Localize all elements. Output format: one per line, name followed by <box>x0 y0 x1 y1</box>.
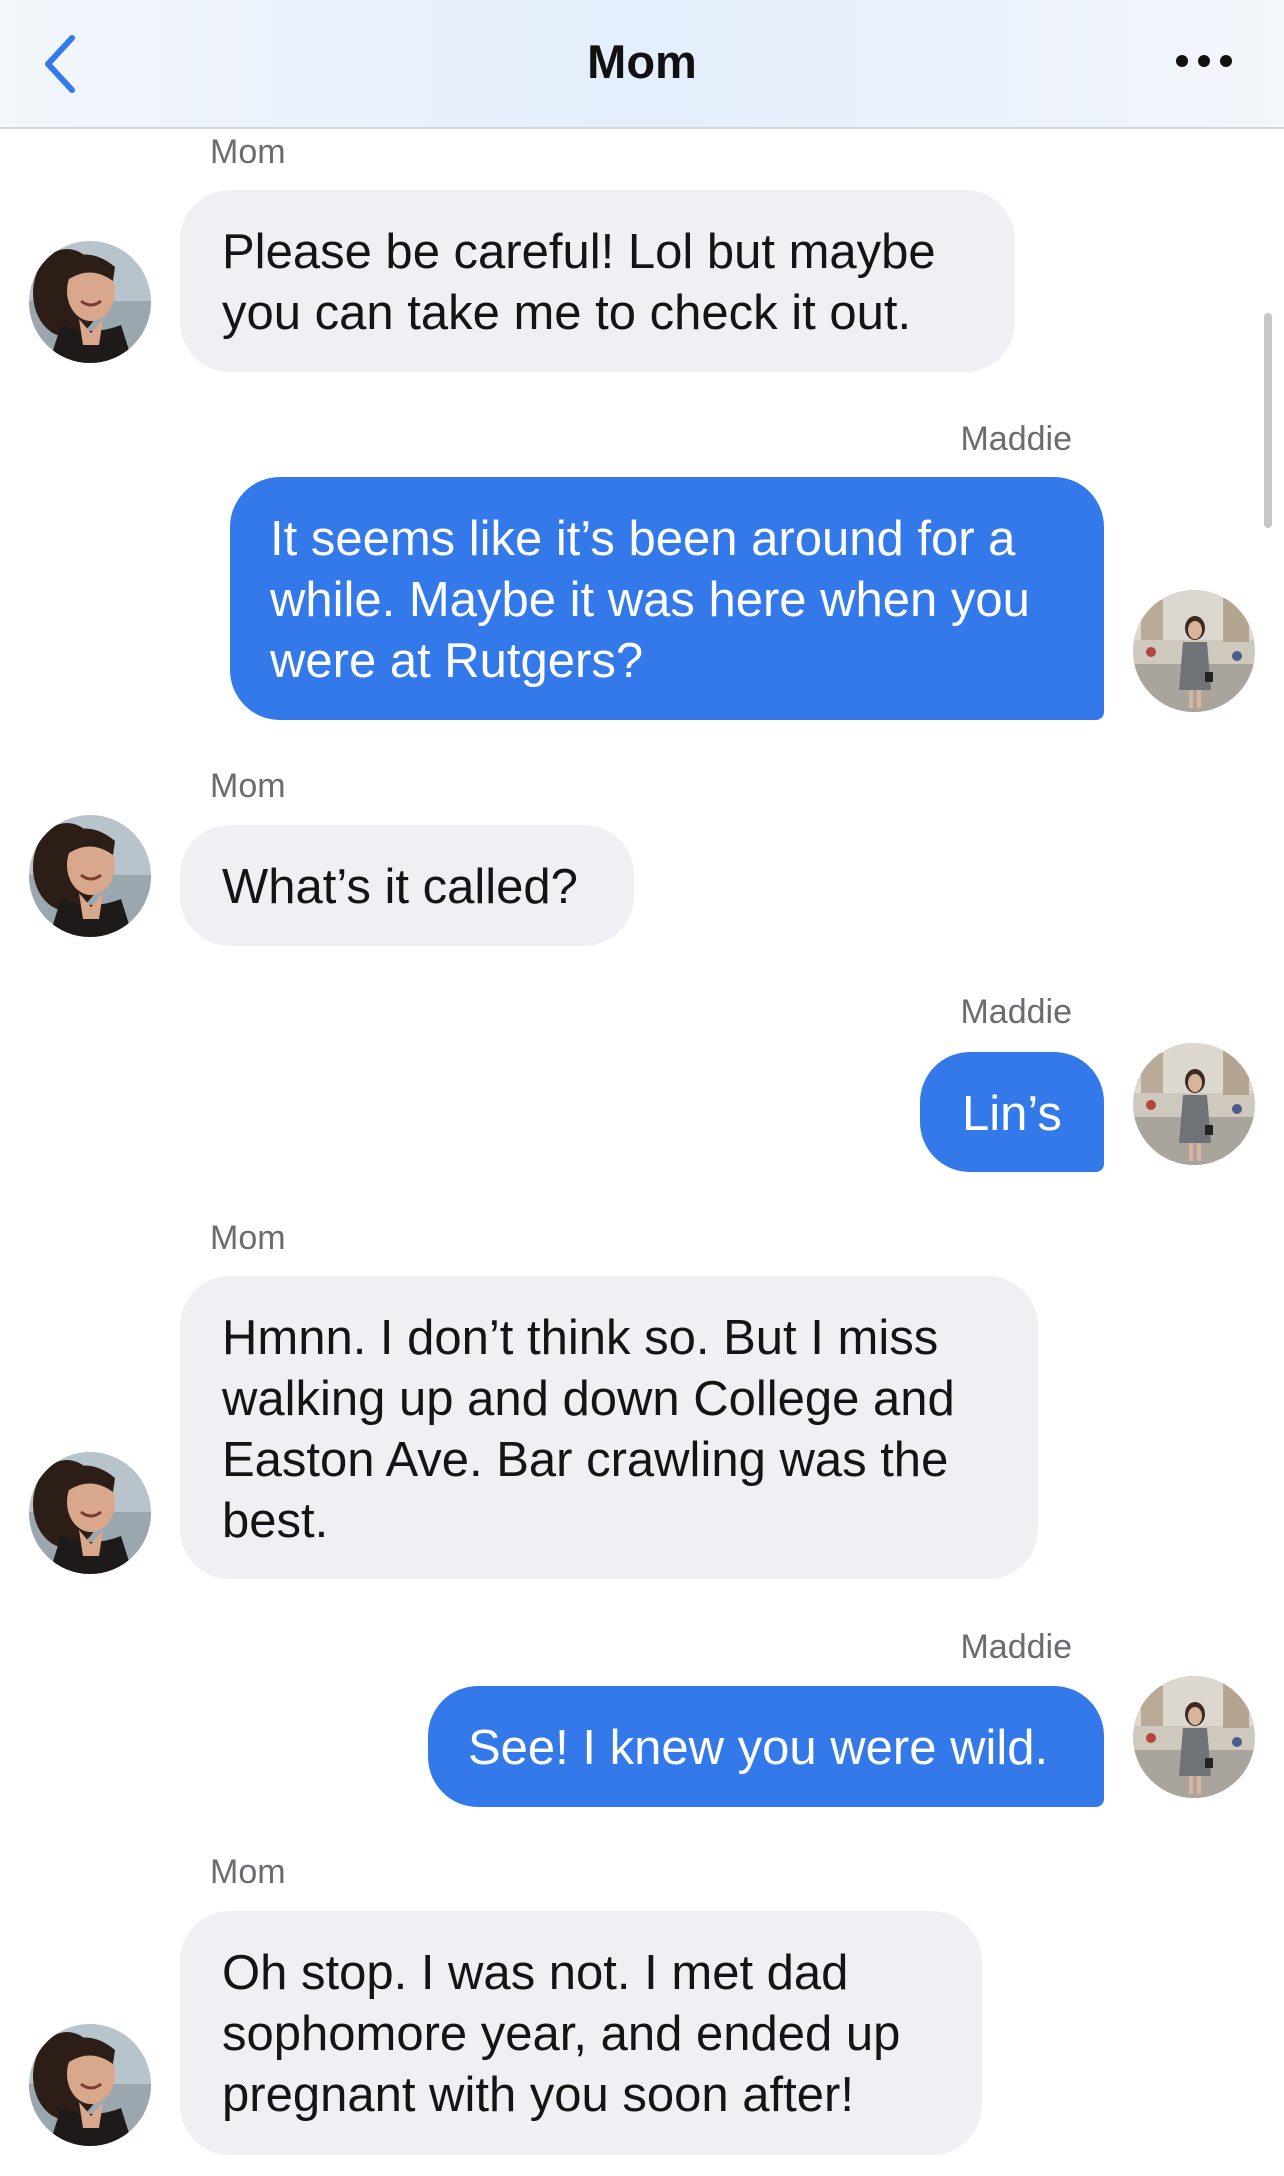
sender-name: Maddie <box>960 993 1072 1031</box>
conversation-title: Mom <box>587 35 697 88</box>
avatar[interactable] <box>29 815 151 937</box>
avatar[interactable] <box>1133 1676 1255 1798</box>
sender-name: Mom <box>210 133 286 171</box>
more-options-button[interactable] <box>1164 38 1244 84</box>
sender-name: Mom <box>210 1219 286 1257</box>
avatar[interactable] <box>29 2024 151 2146</box>
avatar[interactable] <box>1133 1043 1255 1165</box>
sender-name: Maddie <box>960 1628 1072 1666</box>
message-bubble-incoming[interactable]: Oh stop. I was not. I met dad sophomore … <box>180 1911 982 2155</box>
scrollbar[interactable] <box>1264 313 1272 528</box>
sender-name: Maddie <box>960 420 1072 458</box>
message-bubble-incoming[interactable]: What’s it called? <box>180 825 634 946</box>
message-bubble-outgoing[interactable]: It seems like it’s been around for a whi… <box>230 477 1104 720</box>
more-dots-icon <box>1176 55 1232 67</box>
message-bubble-incoming[interactable]: Hmnn. I don’t think so. But I miss walki… <box>180 1276 1038 1579</box>
sender-name: Mom <box>210 1853 286 1891</box>
sender-name: Mom <box>210 767 286 805</box>
message-bubble-outgoing[interactable]: See! I knew you were wild. <box>428 1686 1104 1807</box>
avatar[interactable] <box>29 241 151 363</box>
avatar[interactable] <box>1133 590 1255 712</box>
message-bubble-outgoing[interactable]: Lin’s <box>920 1052 1104 1172</box>
message-bubble-incoming[interactable]: Please be careful! Lol but maybe you can… <box>180 190 1015 372</box>
chat-header: Mom <box>0 0 1284 129</box>
avatar[interactable] <box>29 1452 151 1574</box>
